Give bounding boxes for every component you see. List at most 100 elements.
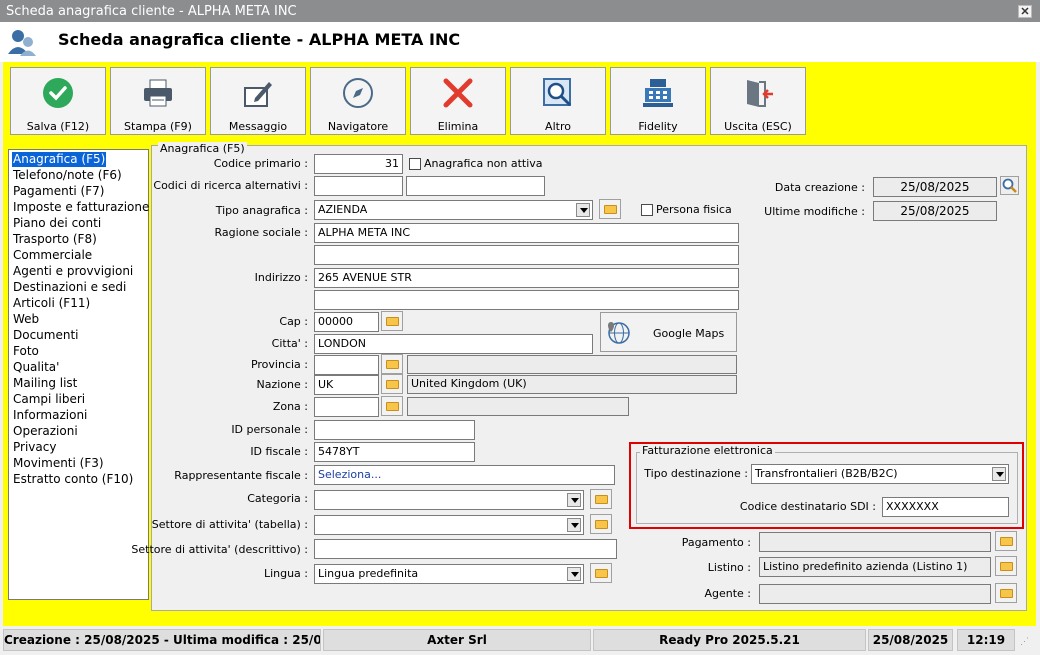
anagrafica-non-attiva-checkbox[interactable]	[409, 158, 421, 170]
agente-browse-button[interactable]	[995, 583, 1017, 603]
sidebar-item-commerciale[interactable]: Commerciale	[12, 248, 93, 263]
pagamento-browse-button[interactable]	[995, 531, 1017, 551]
cap-browse-button[interactable]	[381, 311, 403, 331]
persona-fisica-checkbox[interactable]	[641, 204, 653, 216]
status-creation: Creazione : 25/08/2025 - Ultima modifica…	[3, 629, 321, 651]
categoria-browse-button[interactable]	[590, 489, 612, 509]
rappresentante-select-link[interactable]: Seleziona...	[314, 465, 615, 485]
sidebar-item-informazioni[interactable]: Informazioni	[12, 408, 88, 423]
lingua-value: Lingua predefinita	[318, 567, 419, 580]
codice-ricerca-input-1[interactable]	[314, 176, 403, 196]
resize-grip-icon[interactable]: ⋰	[1020, 636, 1034, 648]
search-icon	[1002, 178, 1017, 193]
zona-browse-button[interactable]	[381, 396, 403, 416]
codice-sdi-input[interactable]: XXXXXXX	[882, 497, 1009, 517]
id-fiscale-input[interactable]: 5478YT	[314, 442, 475, 462]
citta-input[interactable]: LONDON	[314, 334, 593, 354]
fatturazione-title: Fatturazione elettronica	[640, 444, 775, 457]
sidebar-item-estratto-conto[interactable]: Estratto conto (F10)	[12, 472, 134, 487]
tipo-destinazione-label: Tipo destinazione :	[644, 467, 748, 480]
tipo-anagrafica-label: Tipo anagrafica :	[215, 204, 308, 217]
nazione-browse-button[interactable]	[381, 374, 403, 394]
zona-description	[407, 397, 629, 416]
status-time: 12:19	[957, 629, 1015, 651]
settore-descrittivo-input[interactable]	[314, 539, 617, 559]
provincia-browse-button[interactable]	[381, 354, 403, 374]
codice-primario-input[interactable]: 31	[314, 154, 403, 174]
data-creazione-label: Data creazione :	[774, 181, 865, 194]
lingua-select[interactable]: Lingua predefinita	[314, 564, 584, 584]
delete-button[interactable]: Elimina	[410, 67, 506, 135]
listino-browse-button[interactable]	[995, 556, 1017, 576]
sidebar-item-pagamenti[interactable]: Pagamenti (F7)	[12, 184, 105, 199]
message-button[interactable]: Messaggio	[210, 67, 306, 135]
nazione-label: Nazione :	[256, 378, 308, 391]
settore-descrittivo-label: Settore di attivita' (descrittivo) :	[131, 543, 308, 556]
cash-register-icon	[643, 79, 673, 107]
sidebar-item-campi-liberi[interactable]: Campi liberi	[12, 392, 86, 407]
settore-tabella-browse-button[interactable]	[590, 514, 612, 534]
ragione-sociale-input-1[interactable]: ALPHA META INC	[314, 223, 739, 243]
print-button[interactable]: Stampa (F9)	[110, 67, 206, 135]
sidebar-item-imposte[interactable]: Imposte e fatturazione	[12, 200, 150, 215]
navigator-button[interactable]: Navigatore	[310, 67, 406, 135]
exit-button[interactable]: Uscita (ESC)	[710, 67, 806, 135]
sidebar-item-telefono-note[interactable]: Telefono/note (F6)	[12, 168, 123, 183]
indirizzo-input-2[interactable]	[314, 290, 739, 310]
sidebar-item-web[interactable]: Web	[12, 312, 40, 327]
search-button[interactable]	[1000, 176, 1019, 195]
provincia-label: Provincia :	[250, 358, 308, 371]
ragione-sociale-input-2[interactable]	[314, 245, 739, 265]
chevron-down-icon	[567, 518, 581, 532]
folder-icon	[604, 205, 617, 214]
sidebar-item-privacy[interactable]: Privacy	[12, 440, 57, 455]
google-maps-label: Google Maps	[653, 327, 725, 340]
cap-label: Cap :	[279, 315, 308, 328]
lingua-browse-button[interactable]	[590, 563, 612, 583]
zona-label: Zona :	[272, 400, 308, 413]
sidebar-item-qualita[interactable]: Qualita'	[12, 360, 60, 375]
save-button[interactable]: Salva (F12)	[10, 67, 106, 135]
tipo-destinazione-select[interactable]: Transfrontalieri (B2B/B2C)	[751, 464, 1009, 484]
indirizzo-input-1[interactable]: 265 AVENUE STR	[314, 268, 739, 288]
google-maps-button[interactable]: Google Maps	[600, 312, 737, 352]
folder-icon	[595, 495, 608, 504]
check-icon	[43, 78, 73, 108]
agente-label: Agente :	[704, 587, 751, 600]
codice-sdi-label: Codice destinatario SDI :	[739, 500, 876, 513]
sidebar-item-agenti[interactable]: Agenti e provvigioni	[12, 264, 134, 279]
nazione-input[interactable]: UK	[314, 375, 379, 395]
sidebar-item-piano-conti[interactable]: Piano dei conti	[12, 216, 102, 231]
id-personale-input[interactable]	[314, 420, 475, 440]
sidebar-item-anagrafica[interactable]: Anagrafica (F5)	[12, 152, 107, 167]
sidebar-item-operazioni[interactable]: Operazioni	[12, 424, 79, 439]
codice-ricerca-input-2[interactable]	[406, 176, 545, 196]
sidebar-item-trasporto[interactable]: Trasporto (F8)	[12, 232, 98, 247]
sidebar-item-mailing-list[interactable]: Mailing list	[12, 376, 78, 391]
sidebar-item-movimenti[interactable]: Movimenti (F3)	[12, 456, 105, 471]
folder-icon	[386, 380, 399, 389]
settore-tabella-select[interactable]	[314, 515, 584, 535]
more-button[interactable]: Altro	[510, 67, 606, 135]
sidebar-item-foto[interactable]: Foto	[12, 344, 40, 359]
status-app-version: Ready Pro 2025.5.21	[593, 629, 866, 651]
globe-location-icon	[608, 322, 630, 344]
folder-icon	[595, 520, 608, 529]
customer-card-icon	[8, 30, 36, 56]
status-company: Axter Srl	[323, 629, 591, 651]
close-button[interactable]: ✕	[1018, 5, 1032, 18]
tipo-anagrafica-browse-button[interactable]	[599, 199, 621, 219]
status-bar: Creazione : 25/08/2025 - Ultima modifica…	[0, 626, 1040, 655]
cap-input[interactable]: 00000	[314, 312, 379, 332]
sidebar-item-documenti[interactable]: Documenti	[12, 328, 80, 343]
window-title: Scheda anagrafica cliente - ALPHA META I…	[6, 4, 297, 19]
zona-input[interactable]	[314, 397, 379, 417]
sidebar-item-destinazioni[interactable]: Destinazioni e sedi	[12, 280, 127, 295]
message-edit-icon	[244, 82, 272, 107]
categoria-select[interactable]	[314, 490, 584, 510]
listino-label: Listino :	[707, 561, 751, 574]
tipo-anagrafica-select[interactable]: AZIENDA	[314, 200, 593, 220]
fidelity-button[interactable]: Fidelity	[610, 67, 706, 135]
provincia-input[interactable]	[314, 355, 379, 375]
sidebar-item-articoli[interactable]: Articoli (F11)	[12, 296, 91, 311]
